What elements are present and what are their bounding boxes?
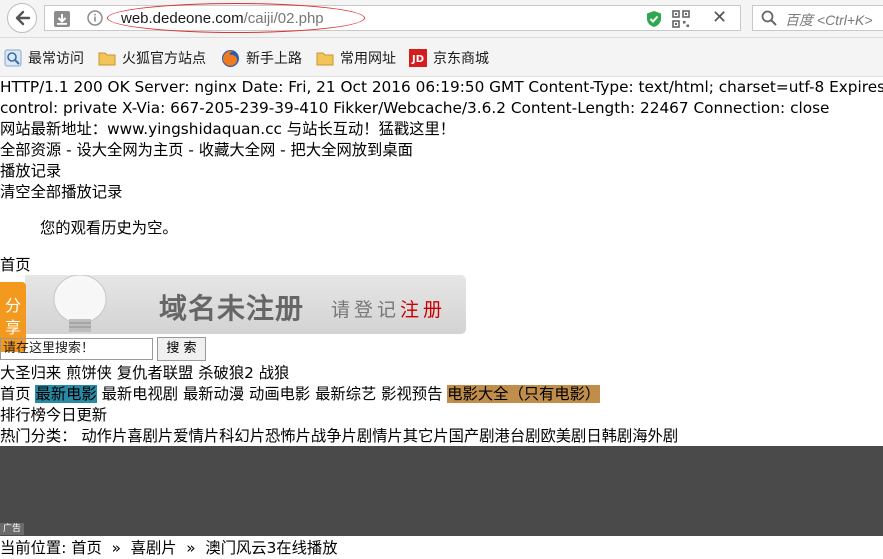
category-link[interactable]: 喜剧片 [127,427,173,445]
share-label-2: 享 [4,318,21,337]
site-notice[interactable]: 网站最新地址：www.yingshidaquan.cc 与站长互动！猛戳这里！ [0,119,455,140]
url-red-ellipse-annotation [107,3,365,33]
nav-home[interactable]: 首页 [0,385,31,403]
link-desktop-shortcut[interactable]: 把大全网放到桌面 [291,141,413,159]
shield-check-icon[interactable] [646,10,662,32]
link-bookmark-site[interactable]: 收藏大全网 [199,141,276,159]
nav-latest-tv[interactable]: 最新电视剧 [102,385,179,403]
bookmark-label: 京东商城 [433,51,489,67]
category-link[interactable]: 其它片 [403,427,449,445]
bookmark-getting-started[interactable]: 新手上路 [221,48,302,68]
hot-word[interactable]: 战狼 [259,364,290,382]
breadcrumb-label: 当前位置: [0,539,67,557]
hot-word[interactable]: 大圣归来 [0,364,61,382]
category-link[interactable]: 科幻片 [219,427,265,445]
jd-logo-icon: JD [409,49,427,67]
nav-movie-collection[interactable]: 电影大全（只有电影） [447,385,601,403]
category-link[interactable]: 剧情片 [357,427,403,445]
qr-code-icon[interactable] [672,10,690,32]
play-history-link[interactable]: 播放记录 [0,161,61,182]
bookmark-label: 常用网址 [340,51,396,67]
main-nav: 首页 最新电影 最新电视剧 最新动漫 动画电影 最新综艺 影视预告 电影大全（只… [0,384,601,405]
address-bar[interactable]: web.dedeone.com/caiji/02.php ✕ [44,3,741,33]
breadcrumb-current: 澳门风云3在线播放 [205,539,338,557]
category-link[interactable]: 海外剧 [632,427,678,445]
banner-title: 域名未注册 [159,292,305,325]
nav-animated-films[interactable]: 动画电影 [249,385,310,403]
bookmark-most-visited[interactable]: 最常访问 [4,48,84,68]
http-header-line-1: HTTP/1.1 200 OK Server: nginx Date: Fri,… [0,78,883,96]
site-search-input[interactable]: 请在这里搜索！ [0,338,153,360]
ad-block[interactable] [0,446,883,536]
separator: - [275,141,291,159]
bookmark-firefox-official[interactable]: 火狐官方站点 [98,48,206,68]
firefox-logo-icon [221,49,240,68]
rank-update-link[interactable]: 排行榜今日更新 [0,405,107,426]
bookmark-label: 最常访问 [28,51,84,67]
home-link[interactable]: 首页 [0,255,31,276]
search-button[interactable]: 搜 索 [157,337,206,361]
clear-history-link[interactable]: 清空全部播放记录 [0,182,122,203]
search-engine-bar[interactable]: 百度 <Ctrl+K> [752,5,883,31]
search-engine-placeholder: 百度 <Ctrl+K> [785,12,873,28]
nav-latest-movies[interactable]: 最新电影 [35,385,97,403]
category-link[interactable]: 恐怖片 [265,427,311,445]
separator: - [183,141,199,159]
bookmark-jd-mall[interactable]: JD 京东商城 [409,48,489,68]
banner-subtitle-register: 注册 [400,299,447,321]
bookmarks-bar: 最常访问 火狐官方站点 新手上路 常用网址 JD 京东商城 [0,38,883,77]
ad-label: 广告 [0,523,25,535]
download-icon[interactable] [53,10,71,32]
close-icon[interactable]: ✕ [712,7,727,28]
domain-unregistered-banner[interactable]: 域名未注册 请登记注册 [25,275,466,334]
top-links: 全部资源 - 设大全网为主页 - 收藏大全网 - 把大全网放到桌面 [0,140,413,161]
back-button[interactable] [7,3,37,33]
folder-icon [316,49,334,67]
bookmark-label: 新手上路 [246,51,302,67]
category-link[interactable]: 爱情片 [173,427,219,445]
arrow-left-icon [15,10,31,26]
banner-subtitle-prefix: 请登记 [331,299,401,321]
breadcrumb-category[interactable]: 喜剧片 [131,539,177,557]
breadcrumb-separator: » [186,539,196,557]
link-set-homepage[interactable]: 设大全网为主页 [76,141,183,159]
hot-categories-label: 热门分类： [0,427,77,445]
nav-latest-anime[interactable]: 最新动漫 [183,385,244,403]
separator: - [61,141,77,159]
history-empty-text: 您的观看历史为空。 [40,219,178,237]
svg-text:JD: JD [411,54,424,65]
bookmark-label: 火狐官方站点 [122,51,206,67]
hot-word[interactable]: 煎饼侠 [66,364,112,382]
category-link[interactable]: 战争片 [311,427,357,445]
hot-word[interactable]: 杀破狼2 [198,364,254,382]
hot-categories: 热门分类： 动作片喜剧片爱情片科幻片恐怖片战争片剧情片其它片国产剧港台剧欧美剧日… [0,426,678,447]
banner-subtitle: 请登记注册 [331,295,446,322]
hot-word[interactable]: 复仇者联盟 [117,364,194,382]
http-header-line-2: control: private X-Via: 667-205-239-39-4… [0,99,830,117]
bookmark-common-sites[interactable]: 常用网址 [316,48,396,68]
share-label-1: 分 [4,296,21,315]
category-link[interactable]: 动作片 [81,427,127,445]
light-bulb-icon [53,275,107,332]
link-all-resources[interactable]: 全部资源 [0,141,61,159]
category-link[interactable]: 日韩剧 [586,427,632,445]
search-page-icon [4,49,22,67]
category-link[interactable]: 港台剧 [495,427,541,445]
breadcrumb-separator: » [111,539,121,557]
browser-toolbar: web.dedeone.com/caiji/02.php ✕ 百度 <Ctrl+… [0,0,883,38]
nav-trailers[interactable]: 影视预告 [381,385,442,403]
breadcrumb-home[interactable]: 首页 [71,539,102,557]
category-link[interactable]: 国产剧 [449,427,495,445]
info-icon[interactable] [87,10,103,30]
category-link[interactable]: 欧美剧 [540,427,586,445]
nav-latest-variety[interactable]: 最新综艺 [315,385,376,403]
search-icon [761,10,777,30]
folder-icon [98,49,116,67]
